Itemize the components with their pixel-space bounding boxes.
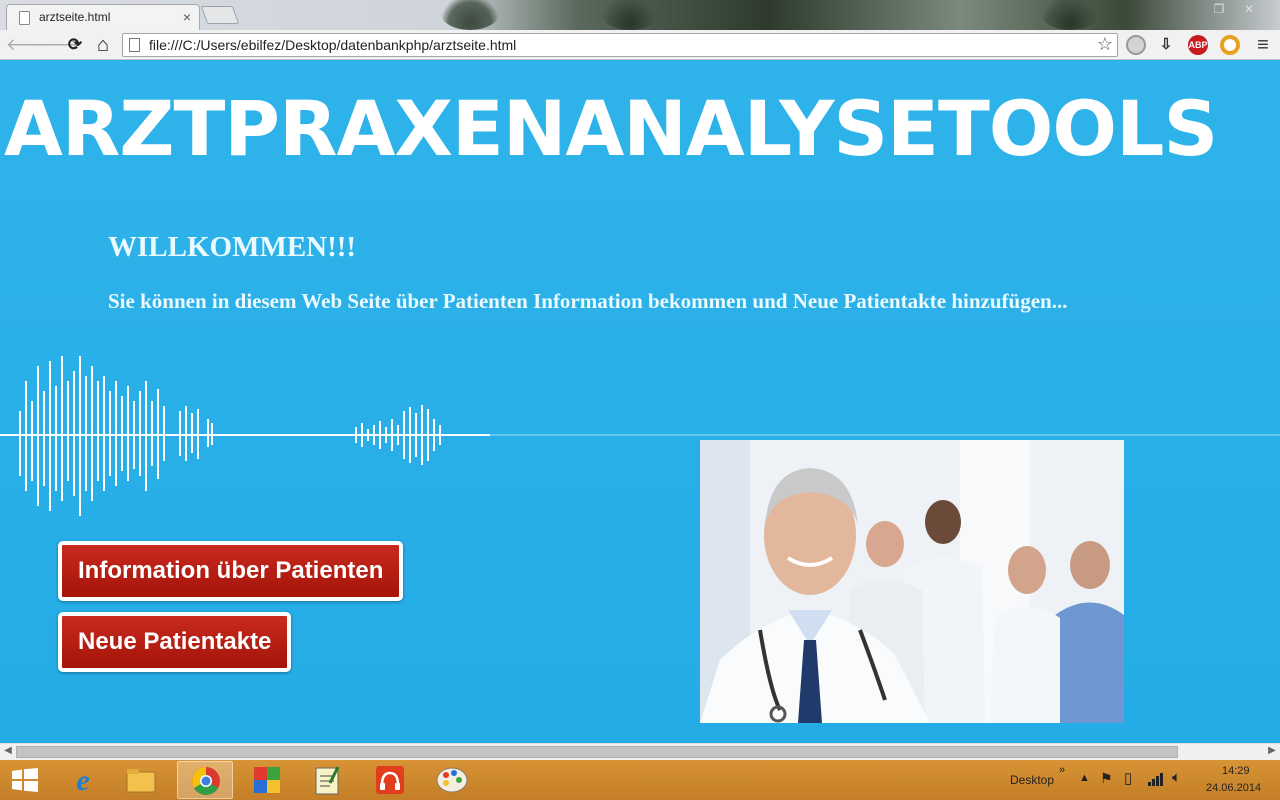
tab-title: arztseite.html: [39, 10, 111, 24]
volume-icon[interactable]: 🔈︎: [1172, 769, 1181, 786]
wallpaper-palm: [1040, 0, 1100, 30]
scrollbar-thumb[interactable]: [16, 746, 1178, 758]
restore-window-icon[interactable]: ❐: [1206, 0, 1232, 20]
bookmark-star-icon[interactable]: ☆: [1097, 34, 1113, 55]
doctors-photo: [700, 440, 1124, 723]
file-explorer-icon[interactable]: [113, 761, 169, 799]
close-window-icon[interactable]: ✕: [1236, 0, 1262, 20]
extension-ring-icon[interactable]: [1220, 35, 1240, 55]
adblock-icon[interactable]: ABP: [1188, 35, 1208, 55]
menu-icon[interactable]: ≡: [1252, 33, 1274, 57]
welcome-heading: WILLKOMMEN!!!: [108, 231, 357, 263]
desktop-toolbar-label[interactable]: Desktop: [1010, 773, 1054, 787]
browser-toolbar: 🡐 🡒 ⟳ ⌂ file:///C:/Users/ebilfez/Desktop…: [0, 30, 1280, 60]
url-text[interactable]: file:///C:/Users/ebilfez/Desktop/datenba…: [149, 37, 516, 53]
clock-date[interactable]: 24.06.2014: [1206, 782, 1261, 794]
wallpaper-palm: [600, 0, 660, 30]
new-patient-record-button[interactable]: Neue Patientakte: [58, 612, 292, 672]
browser-tab-strip: arztseite.html × ❐ ✕: [0, 0, 1280, 30]
scroll-right-icon[interactable]: ▶: [1265, 745, 1279, 756]
tab-close-icon[interactable]: ×: [183, 9, 191, 25]
back-button[interactable]: 🡐: [6, 33, 52, 57]
page-icon: [129, 38, 140, 52]
download-icon[interactable]: ⇩: [1156, 35, 1176, 55]
windows-taskbar: e Desktop » ▲ ⚑ ▯ 🔈︎ 14:29 24.06.2014: [0, 760, 1280, 800]
extension-icon[interactable]: [1126, 35, 1146, 55]
description-text: Sie können in diesem Web Seite über Pati…: [108, 289, 1068, 313]
clock-time[interactable]: 14:29: [1222, 765, 1250, 777]
show-hidden-icons-icon[interactable]: ▲: [1079, 772, 1090, 784]
address-bar[interactable]: file:///C:/Users/ebilfez/Desktop/datenba…: [122, 33, 1118, 57]
notepad-icon[interactable]: [300, 761, 356, 799]
wallpaper-palm: [440, 0, 500, 30]
windows-start-icon[interactable]: [12, 768, 38, 792]
page-icon: [19, 11, 30, 25]
music-app-icon[interactable]: [362, 761, 418, 799]
internet-explorer-icon[interactable]: e: [55, 761, 111, 799]
page-content: ARZTPRAXENANALYSETOOLS WILLKOMMEN!!! Sie…: [0, 61, 1280, 743]
paint-icon[interactable]: [424, 761, 480, 799]
forward-button[interactable]: 🡒: [34, 33, 80, 57]
page-title: ARZTPRAXENANALYSETOOLS: [4, 84, 1218, 173]
patient-info-button[interactable]: Information über Patienten: [58, 541, 404, 601]
new-tab-button[interactable]: [200, 6, 240, 24]
action-center-flag-icon[interactable]: ⚑: [1100, 770, 1113, 787]
browser-tab[interactable]: arztseite.html ×: [6, 4, 200, 30]
horizontal-scrollbar[interactable]: ◀ ▶: [0, 743, 1280, 760]
home-button[interactable]: ⌂: [92, 33, 114, 57]
network-signal-icon[interactable]: [1148, 772, 1164, 786]
toolbar-chevron-icon[interactable]: »: [1059, 764, 1065, 776]
scroll-left-icon[interactable]: ◀: [1, 745, 15, 756]
device-icon[interactable]: ▯: [1124, 769, 1132, 787]
svg-text:e: e: [76, 764, 89, 797]
app-icon[interactable]: [239, 761, 295, 799]
chrome-icon[interactable]: [177, 761, 233, 799]
reload-button[interactable]: ⟳: [64, 33, 86, 57]
